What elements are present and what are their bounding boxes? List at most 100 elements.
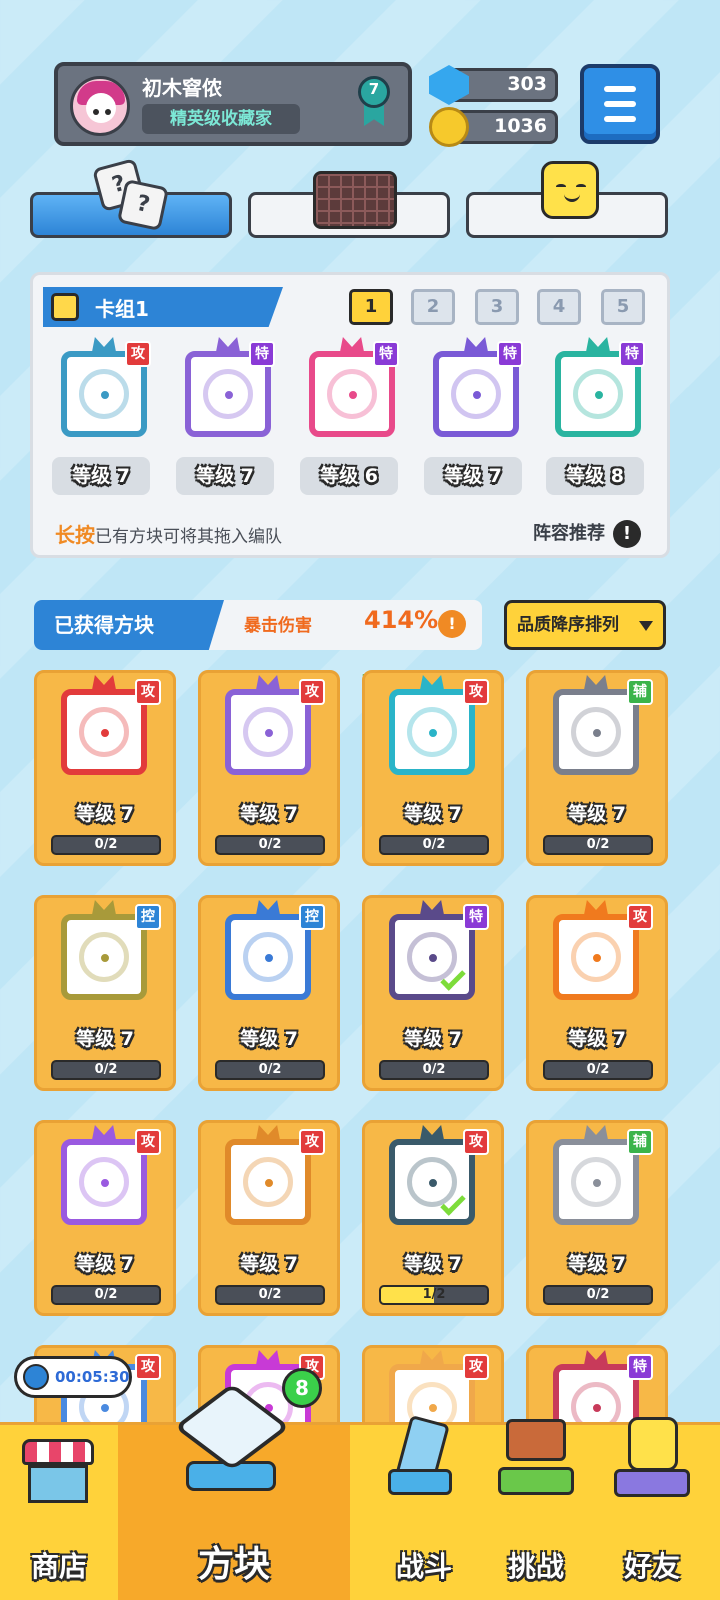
nav-friends[interactable]: 好友: [596, 1417, 708, 1600]
avatar-face: [86, 93, 116, 123]
shop-timer: 00:05:30: [14, 1356, 132, 1398]
block-card[interactable]: 攻等级 7 0/2: [198, 670, 340, 866]
block-card[interactable]: 辅等级 7 0/2: [526, 670, 668, 866]
die: ?: [116, 178, 170, 232]
block-tile: [61, 1139, 147, 1225]
profile-card[interactable]: 初木窨侬 精英级收藏家 7: [54, 62, 412, 146]
deck-slot[interactable]: 特: [423, 337, 523, 445]
block-card[interactable]: 控等级 7 0/2: [198, 895, 340, 1091]
menu-line: [604, 86, 636, 92]
tile-core: [262, 951, 276, 965]
type-tag: 攻: [125, 341, 151, 367]
tab-board[interactable]: [248, 171, 450, 238]
type-tag: 辅: [627, 1129, 653, 1155]
rank-number: 7: [368, 80, 380, 98]
menu-button[interactable]: [580, 64, 660, 144]
type-tag: 攻: [135, 1129, 161, 1155]
avatar[interactable]: [70, 76, 130, 136]
nav-challenge[interactable]: 挑战: [480, 1419, 592, 1600]
type-tag: 特: [497, 341, 523, 367]
player-name: 初木窨侬: [142, 76, 222, 100]
progress-text: 0/2: [258, 1287, 282, 1302]
nav-shop[interactable]: 商店: [0, 1425, 118, 1600]
dragon-crest-icon: [419, 1350, 445, 1370]
deck-page-1[interactable]: 1: [349, 289, 393, 325]
pencil-icon: [51, 293, 79, 321]
deck-slot[interactable]: 特: [175, 337, 275, 445]
tab-skins[interactable]: [466, 161, 668, 238]
block-card[interactable]: 攻等级 7 0/2: [526, 895, 668, 1091]
deck-page-2[interactable]: 2: [411, 289, 455, 325]
block-level: 等级 7: [404, 803, 462, 825]
deck-slot[interactable]: 攻: [51, 337, 151, 445]
friend-face: [628, 1417, 678, 1471]
dragon-crest-icon: [255, 1125, 281, 1145]
type-tag: 攻: [299, 679, 325, 705]
block-card[interactable]: 攻等级 7 0/2: [34, 670, 176, 866]
nav-battle[interactable]: 战斗: [368, 1414, 480, 1600]
deck-slot-level: 等级 7: [176, 457, 274, 495]
block-card[interactable]: 特等级 7 0/2: [362, 895, 504, 1091]
gem-counter[interactable]: 303: [429, 65, 558, 105]
lineup-label: 阵容推荐: [533, 523, 605, 544]
dragon-crest-icon: [255, 1350, 281, 1370]
block-level: 等级 7: [76, 1028, 134, 1050]
block-level: 等级 7: [240, 1253, 298, 1275]
friend-base: [614, 1469, 690, 1497]
deck-slot[interactable]: 特: [299, 337, 399, 445]
dragon-crest-icon: [339, 337, 365, 357]
block-card[interactable]: 攻等级 7 1/2: [362, 1120, 504, 1316]
chocolate-grid-icon: [313, 161, 397, 231]
progress-text: 0/2: [94, 1062, 118, 1077]
upgrade-progress-bar: 0/2: [51, 1060, 161, 1080]
nav-blocks[interactable]: 方块: [118, 1383, 350, 1600]
upgrade-progress-bar: 0/2: [379, 1060, 489, 1080]
type-tag: 攻: [627, 904, 653, 930]
block-card[interactable]: 控等级 7 0/2: [34, 895, 176, 1091]
deck-page-4[interactable]: 4: [537, 289, 581, 325]
tile-core: [592, 388, 606, 402]
blocks-count-badge: 8: [282, 1368, 322, 1408]
tile-core: [470, 388, 484, 402]
tile-core: [426, 1401, 440, 1415]
dragon-crest-icon: [91, 337, 117, 357]
swirl-icon: 特: [379, 900, 489, 1014]
block-tile: [61, 689, 147, 775]
deck-page-3[interactable]: 3: [475, 289, 519, 325]
crit-info-icon[interactable]: !: [438, 610, 466, 638]
block-card[interactable]: 辅等级 7 0/2: [526, 1120, 668, 1316]
tile-core: [98, 1401, 112, 1415]
block-tile: [553, 914, 639, 1000]
smiley-face: [541, 161, 599, 219]
deck-slot-level: 等级 8: [546, 457, 644, 495]
type-tag: 控: [135, 904, 161, 930]
deck-slot[interactable]: 特: [545, 337, 645, 445]
sort-dropdown[interactable]: 品质降序排列: [504, 600, 666, 650]
nav-battle-label: 战斗: [395, 1550, 452, 1583]
block-tile: [553, 689, 639, 775]
block-card[interactable]: 攻等级 7 0/2: [362, 670, 504, 866]
deck-slot-level: 等级 7: [52, 457, 150, 495]
dragon-crest-icon: [419, 900, 445, 920]
deck-name-button[interactable]: 卡组1: [43, 287, 283, 327]
dragon-crest-icon: [255, 900, 281, 920]
tab-blocks[interactable]: ? ?: [30, 158, 232, 238]
sign-board: [506, 1419, 566, 1461]
coin-counter[interactable]: 1036: [429, 107, 558, 147]
upgrade-progress-bar: 0/2: [215, 835, 325, 855]
drag-tip: 长按已有方块可将其拖入编队: [55, 519, 282, 548]
nav-blocks-label: 方块: [197, 1544, 270, 1585]
block-level: 等级 7: [568, 1028, 626, 1050]
chevron-down-icon: [639, 621, 653, 631]
type-tag: 特: [463, 904, 489, 930]
deck-page-5[interactable]: 5: [601, 289, 645, 325]
dragon-crest-icon: [419, 675, 445, 695]
progress-text: 0/2: [258, 837, 282, 852]
progress-text: 0/2: [94, 1287, 118, 1302]
lineup-recommend-button[interactable]: 阵容推荐!: [533, 519, 641, 548]
type-tag: 控: [299, 904, 325, 930]
nav-friends-label: 好友: [623, 1550, 680, 1583]
block-card[interactable]: 攻等级 7 0/2: [198, 1120, 340, 1316]
block-card[interactable]: 攻等级 7 0/2: [34, 1120, 176, 1316]
compass-star-icon: 攻: [51, 675, 161, 789]
